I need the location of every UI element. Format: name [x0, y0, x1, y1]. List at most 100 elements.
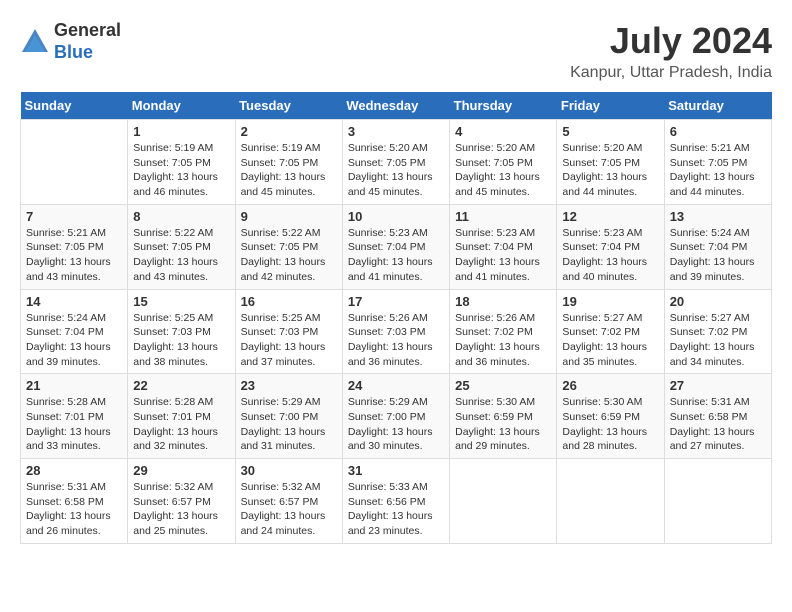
day-number: 27 [670, 378, 766, 393]
header-sunday: Sunday [21, 92, 128, 120]
calendar-week-3: 14 Sunrise: 5:24 AMSunset: 7:04 PMDayligh… [21, 289, 772, 374]
calendar-week-4: 21Sunrise: 5:28 AMSunset: 7:01 PMDayligh… [21, 374, 772, 459]
day-detail: Sunrise: 5:27 AMSunset: 7:02 PMDaylight:… [562, 311, 658, 370]
header-tuesday: Tuesday [235, 92, 342, 120]
calendar-cell: 3 Sunrise: 5:20 AMSunset: 7:05 PMDaylight… [342, 120, 449, 205]
day-detail: Sunrise: 5:28 AMSunset: 7:01 PMDaylight:… [133, 395, 229, 454]
day-number: 11 [455, 209, 551, 224]
calendar-cell: 22 Sunrise: 5:28 AMSunset: 7:01 PMDayligh… [128, 374, 235, 459]
calendar-cell: 29Sunrise: 5:32 AMSunset: 6:57 PMDayligh… [128, 459, 235, 544]
page-header: General Blue July 2024 Kanpur, Uttar Pra… [20, 20, 772, 82]
day-detail: Sunrise: 5:28 AMSunset: 7:01 PMDaylight:… [26, 395, 122, 454]
day-number: 22 [133, 378, 229, 393]
day-detail: Sunrise: 5:21 AMSunset: 7:05 PMDaylight:… [26, 226, 122, 285]
day-number: 7 [26, 209, 122, 224]
calendar-cell: 31 Sunrise: 5:33 AMSunset: 6:56 PMDayligh… [342, 459, 449, 544]
day-detail: Sunrise: 5:20 AMSunset: 7:05 PMDaylight:… [348, 141, 444, 200]
logo-general: General [54, 20, 121, 40]
calendar-cell: 20 Sunrise: 5:27 AMSunset: 7:02 PMDayligh… [664, 289, 771, 374]
day-number: 2 [241, 124, 337, 139]
logo-text: General Blue [54, 20, 121, 63]
calendar-cell: 27 Sunrise: 5:31 AMSunset: 6:58 PMDayligh… [664, 374, 771, 459]
day-detail: Sunrise: 5:26 AMSunset: 7:03 PMDaylight:… [348, 311, 444, 370]
day-number: 10 [348, 209, 444, 224]
day-detail: Sunrise: 5:24 AMSunset: 7:04 PMDaylight:… [26, 311, 122, 370]
day-number: 30 [241, 463, 337, 478]
calendar-cell: 10Sunrise: 5:23 AMSunset: 7:04 PMDayligh… [342, 204, 449, 289]
day-detail: Sunrise: 5:25 AMSunset: 7:03 PMDaylight:… [241, 311, 337, 370]
calendar-cell: 9 Sunrise: 5:22 AMSunset: 7:05 PMDaylight… [235, 204, 342, 289]
day-number: 29 [133, 463, 229, 478]
day-number: 18 [455, 294, 551, 309]
header-monday: Monday [128, 92, 235, 120]
day-number: 19 [562, 294, 658, 309]
calendar-cell: 7 Sunrise: 5:21 AMSunset: 7:05 PMDaylight… [21, 204, 128, 289]
main-title: July 2024 [570, 20, 772, 62]
calendar-cell: 17 Sunrise: 5:26 AMSunset: 7:03 PMDayligh… [342, 289, 449, 374]
day-number: 3 [348, 124, 444, 139]
calendar-week-5: 28Sunrise: 5:31 AMSunset: 6:58 PMDayligh… [21, 459, 772, 544]
day-detail: Sunrise: 5:30 AMSunset: 6:59 PMDaylight:… [455, 395, 551, 454]
calendar-cell: 18Sunrise: 5:26 AMSunset: 7:02 PMDayligh… [450, 289, 557, 374]
calendar-header-row: SundayMondayTuesdayWednesdayThursdayFrid… [21, 92, 772, 120]
day-detail: Sunrise: 5:22 AMSunset: 7:05 PMDaylight:… [133, 226, 229, 285]
day-number: 26 [562, 378, 658, 393]
calendar-cell: 13Sunrise: 5:24 AMSunset: 7:04 PMDayligh… [664, 204, 771, 289]
calendar-cell: 5Sunrise: 5:20 AMSunset: 7:05 PMDaylight… [557, 120, 664, 205]
day-detail: Sunrise: 5:27 AMSunset: 7:02 PMDaylight:… [670, 311, 766, 370]
calendar-cell: 24Sunrise: 5:29 AMSunset: 7:00 PMDayligh… [342, 374, 449, 459]
calendar-cell: 30 Sunrise: 5:32 AMSunset: 6:57 PMDayligh… [235, 459, 342, 544]
calendar-cell: 15 Sunrise: 5:25 AMSunset: 7:03 PMDayligh… [128, 289, 235, 374]
day-detail: Sunrise: 5:31 AMSunset: 6:58 PMDaylight:… [670, 395, 766, 454]
header-saturday: Saturday [664, 92, 771, 120]
day-number: 14 [26, 294, 122, 309]
calendar-cell: 21Sunrise: 5:28 AMSunset: 7:01 PMDayligh… [21, 374, 128, 459]
calendar-cell: 4 Sunrise: 5:20 AMSunset: 7:05 PMDaylight… [450, 120, 557, 205]
calendar-cell: 2 Sunrise: 5:19 AMSunset: 7:05 PMDaylight… [235, 120, 342, 205]
day-number: 8 [133, 209, 229, 224]
day-number: 31 [348, 463, 444, 478]
day-detail: Sunrise: 5:21 AMSunset: 7:05 PMDaylight:… [670, 141, 766, 200]
day-detail: Sunrise: 5:29 AMSunset: 7:00 PMDaylight:… [241, 395, 337, 454]
day-detail: Sunrise: 5:25 AMSunset: 7:03 PMDaylight:… [133, 311, 229, 370]
day-number: 4 [455, 124, 551, 139]
logo-icon [20, 27, 50, 57]
day-number: 17 [348, 294, 444, 309]
day-number: 13 [670, 209, 766, 224]
calendar-cell: 12Sunrise: 5:23 AMSunset: 7:04 PMDayligh… [557, 204, 664, 289]
day-detail: Sunrise: 5:22 AMSunset: 7:05 PMDaylight:… [241, 226, 337, 285]
day-detail: Sunrise: 5:19 AMSunset: 7:05 PMDaylight:… [133, 141, 229, 200]
calendar-cell: 26Sunrise: 5:30 AMSunset: 6:59 PMDayligh… [557, 374, 664, 459]
day-number: 16 [241, 294, 337, 309]
day-detail: Sunrise: 5:20 AMSunset: 7:05 PMDaylight:… [455, 141, 551, 200]
day-detail: Sunrise: 5:20 AMSunset: 7:05 PMDaylight:… [562, 141, 658, 200]
calendar-cell: 28Sunrise: 5:31 AMSunset: 6:58 PMDayligh… [21, 459, 128, 544]
calendar-cell: 19 Sunrise: 5:27 AMSunset: 7:02 PMDayligh… [557, 289, 664, 374]
day-detail: Sunrise: 5:23 AMSunset: 7:04 PMDaylight:… [562, 226, 658, 285]
header-thursday: Thursday [450, 92, 557, 120]
calendar-cell [21, 120, 128, 205]
day-number: 15 [133, 294, 229, 309]
day-number: 25 [455, 378, 551, 393]
calendar-week-1: 1 Sunrise: 5:19 AMSunset: 7:05 PMDaylight… [21, 120, 772, 205]
calendar-cell: 23 Sunrise: 5:29 AMSunset: 7:00 PMDayligh… [235, 374, 342, 459]
day-number: 1 [133, 124, 229, 139]
logo-blue: Blue [54, 42, 93, 62]
day-detail: Sunrise: 5:32 AMSunset: 6:57 PMDaylight:… [241, 480, 337, 539]
calendar-cell [557, 459, 664, 544]
day-number: 23 [241, 378, 337, 393]
logo: General Blue [20, 20, 121, 63]
calendar-cell: 25 Sunrise: 5:30 AMSunset: 6:59 PMDayligh… [450, 374, 557, 459]
calendar-cell: 6Sunrise: 5:21 AMSunset: 7:05 PMDaylight… [664, 120, 771, 205]
day-detail: Sunrise: 5:33 AMSunset: 6:56 PMDaylight:… [348, 480, 444, 539]
header-wednesday: Wednesday [342, 92, 449, 120]
day-detail: Sunrise: 5:19 AMSunset: 7:05 PMDaylight:… [241, 141, 337, 200]
calendar-cell [664, 459, 771, 544]
day-number: 20 [670, 294, 766, 309]
calendar-cell: 11Sunrise: 5:23 AMSunset: 7:04 PMDayligh… [450, 204, 557, 289]
day-detail: Sunrise: 5:29 AMSunset: 7:00 PMDaylight:… [348, 395, 444, 454]
day-number: 28 [26, 463, 122, 478]
calendar-cell [450, 459, 557, 544]
header-friday: Friday [557, 92, 664, 120]
day-number: 9 [241, 209, 337, 224]
